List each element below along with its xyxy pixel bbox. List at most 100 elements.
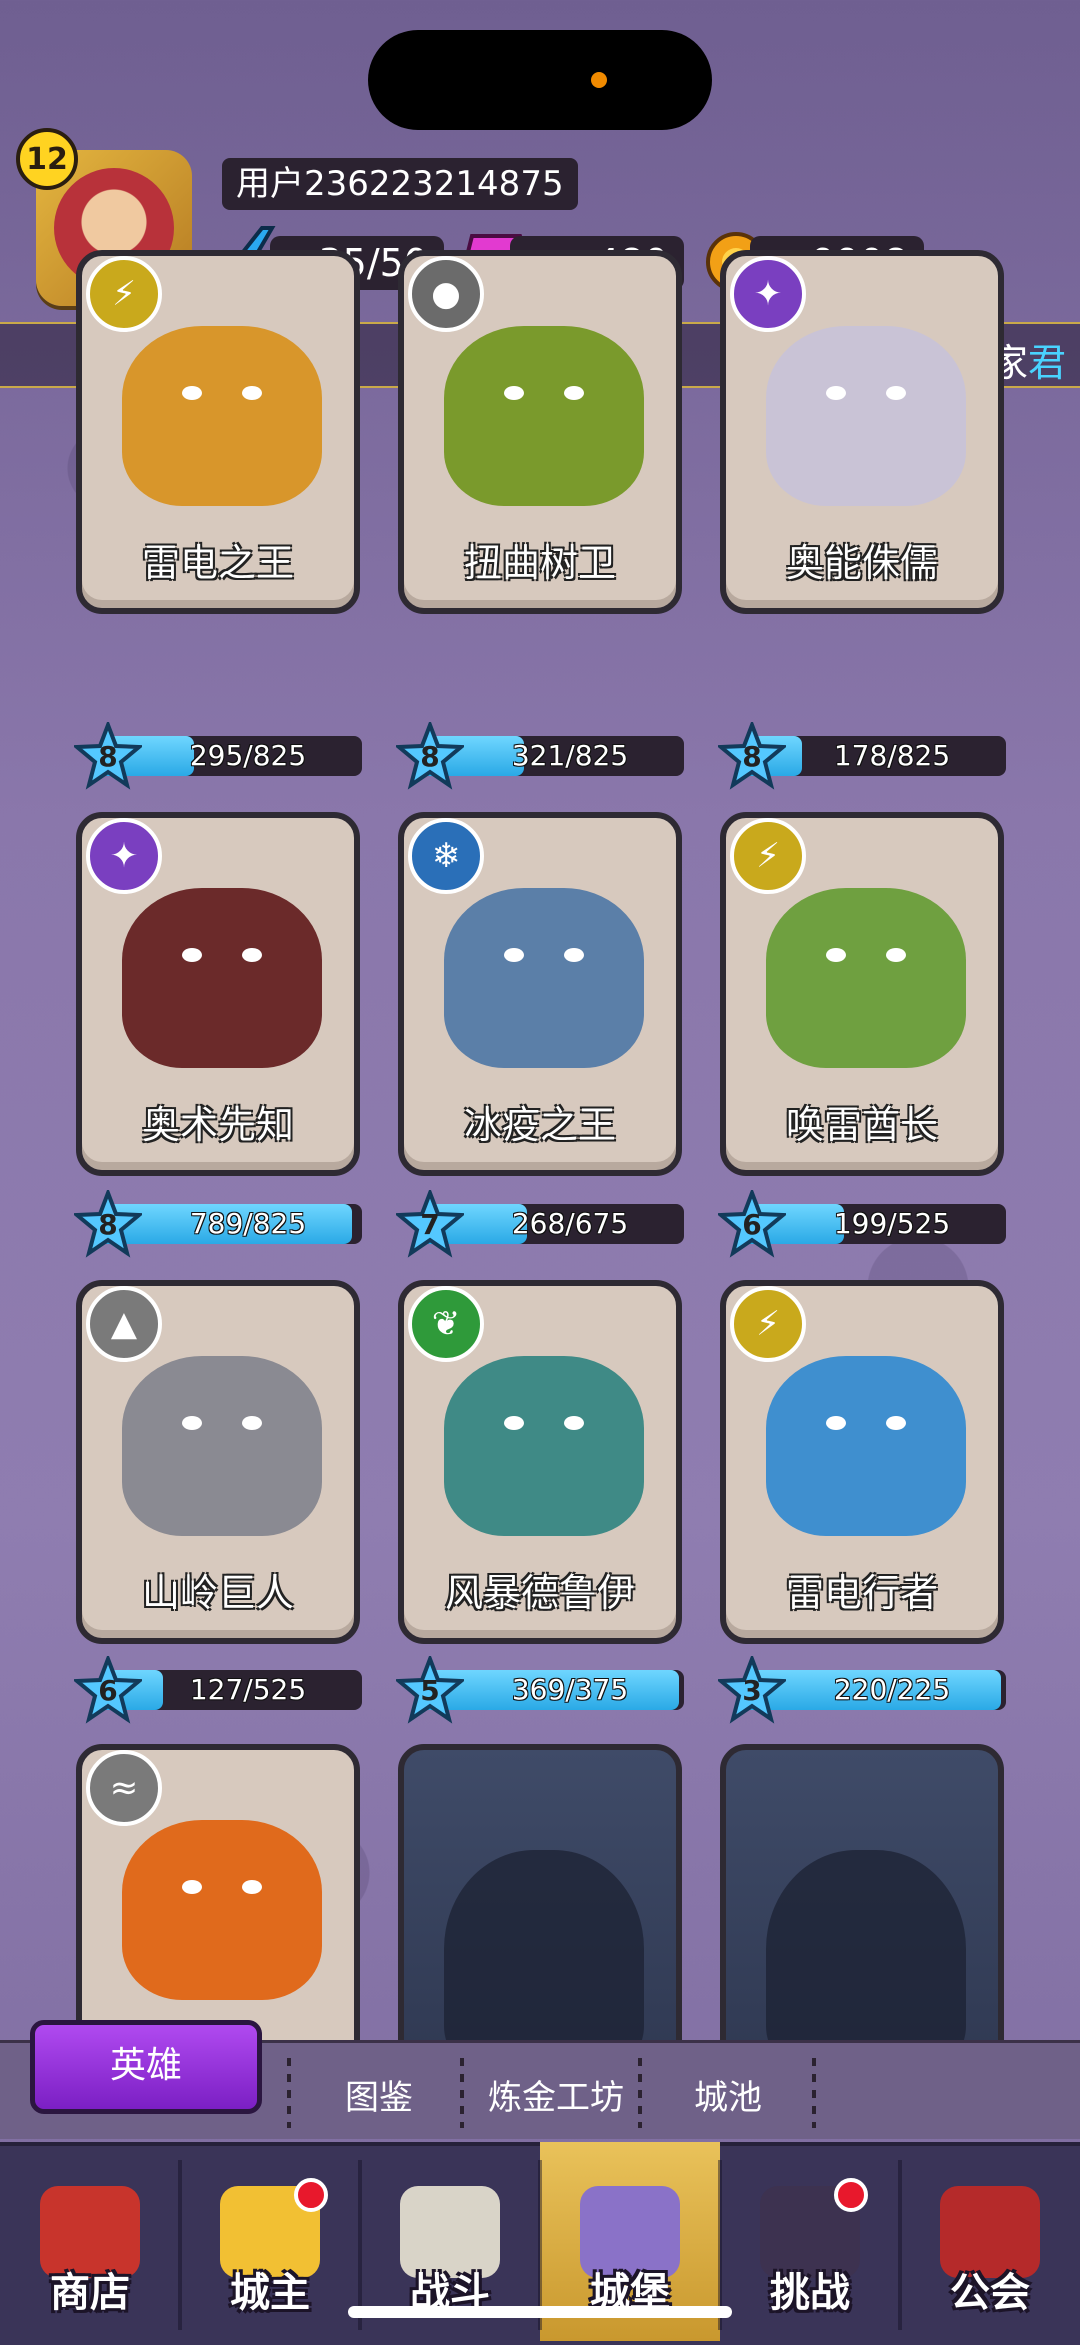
star-level-number: 8 [98, 1208, 118, 1241]
hero-shard-progress: 295/825 8 [71, 719, 362, 790]
tab-divider [638, 2058, 642, 2128]
hero-name: 奥能侏儒 [785, 541, 938, 585]
hero-silhouette [766, 1850, 966, 2070]
nav-label: 公会 [950, 2270, 1030, 2316]
hero-eye [182, 948, 202, 962]
hero-name: 冰疫之王 [463, 1103, 616, 1147]
hero-portrait [122, 1820, 322, 2000]
progress-text: 220/225 [833, 1673, 951, 1706]
hero-eye [242, 1880, 262, 1894]
nav-divider [178, 2160, 182, 2330]
home-indicator[interactable] [348, 2306, 732, 2318]
hero-eye [564, 1416, 584, 1430]
hero-shard-progress: 220/225 3 [715, 1653, 1006, 1724]
hero-card[interactable]: ❄ 冰疫之王 [398, 812, 682, 1176]
hero-shard-progress: 789/825 8 [71, 1187, 362, 1258]
hero-eye [886, 386, 906, 400]
hero-shard-progress: 369/375 5 [393, 1653, 684, 1724]
hero-portrait [122, 326, 322, 506]
hero-eye [826, 948, 846, 962]
hero-eye [826, 1416, 846, 1430]
tab-divider [812, 2058, 816, 2128]
hero-card[interactable]: ⚡ 雷电行者 [720, 1280, 1004, 1644]
star-level-icon: 7 [393, 1187, 467, 1258]
nav-divider [358, 2160, 362, 2330]
hero-eye [564, 386, 584, 400]
progress-text: 268/675 [511, 1207, 629, 1240]
hero-name: 雷电之王 [141, 541, 294, 585]
username-label[interactable]: 用户236223214875 [222, 158, 578, 210]
progress-text: 321/825 [511, 739, 629, 772]
progress-text: 295/825 [189, 739, 307, 772]
star-level-number: 8 [420, 740, 440, 773]
hero-portrait [444, 326, 644, 506]
hero-shard-progress: 268/675 7 [393, 1187, 684, 1258]
camera-dot [591, 72, 607, 88]
hero-shard-progress: 178/825 8 [715, 719, 1006, 790]
hero-portrait [766, 888, 966, 1068]
lightning-element-icon: ⚡ [730, 818, 806, 894]
hero-portrait [122, 1356, 322, 1536]
hero-portrait [766, 326, 966, 506]
hero-card[interactable]: ● 扭曲树卫 [398, 250, 682, 614]
hero-card[interactable]: ▲ 山岭巨人 [76, 1280, 360, 1644]
nav-item-shop[interactable]: 商店 [0, 2142, 180, 2341]
hero-card[interactable]: ⚡ 雷电之王 [76, 250, 360, 614]
progress-text: 127/525 [189, 1673, 307, 1706]
nav-label: 城主 [230, 2270, 310, 2316]
camera-notch [368, 30, 712, 130]
nav-divider [538, 2160, 542, 2330]
lightning-element-icon: ⚡ [86, 256, 162, 332]
star-level-number: 8 [742, 740, 762, 773]
star-level-number: 8 [98, 740, 118, 773]
hero-silhouette [444, 1850, 644, 2070]
hero-eye [826, 386, 846, 400]
player-level-badge: 12 [16, 128, 78, 190]
tab-heroes[interactable]: 英雄 [30, 2020, 262, 2114]
ice-element-icon: ❄ [408, 818, 484, 894]
star-level-icon: 6 [71, 1653, 145, 1724]
hero-name: 扭曲树卫 [463, 541, 616, 585]
hero-eye [242, 386, 262, 400]
nav-item-guild-banner[interactable]: 公会 [900, 2142, 1080, 2341]
nav-divider [898, 2160, 902, 2330]
star-level-icon: 8 [71, 1187, 145, 1258]
nav-item-lord-crown[interactable]: 城主 [180, 2142, 360, 2341]
hero-eye [504, 386, 524, 400]
tab-divider [287, 2058, 291, 2128]
hero-card[interactable]: ✦ 奥能侏儒 [720, 250, 1004, 614]
hero-eye [504, 1416, 524, 1430]
hero-shard-progress: 321/825 8 [393, 719, 684, 790]
notification-dot [834, 2178, 868, 2212]
tab-alchemy[interactable]: 炼金工坊 [488, 2070, 624, 2119]
earth-element-icon: ▲ [86, 1286, 162, 1362]
hero-shard-progress: 127/525 6 [71, 1653, 362, 1724]
hero-portrait [444, 1356, 644, 1536]
hero-eye [886, 948, 906, 962]
hero-portrait [444, 888, 644, 1068]
progress-text: 178/825 [833, 739, 951, 772]
star-level-number: 6 [742, 1208, 762, 1241]
neutral-element-icon: ● [408, 256, 484, 332]
star-level-number: 6 [98, 1674, 118, 1707]
hero-eye [182, 1416, 202, 1430]
star-level-icon: 6 [715, 1187, 789, 1258]
hero-card[interactable]: ❦ 风暴德鲁伊 [398, 1280, 682, 1644]
wind-element-icon: ≈ [86, 1750, 162, 1826]
nav-label: 商店 [50, 2270, 130, 2316]
nav-divider [718, 2160, 722, 2330]
hero-card[interactable]: ✦ 奥术先知 [76, 812, 360, 1176]
hero-name: 山岭巨人 [141, 1571, 294, 1615]
hero-name: 奥术先知 [141, 1103, 294, 1147]
progress-text: 369/375 [511, 1673, 629, 1706]
hero-name: 唤雷酋长 [785, 1103, 938, 1147]
tab-city[interactable]: 城池 [694, 2070, 762, 2119]
nav-label: 挑战 [770, 2270, 850, 2316]
hero-eye [242, 1416, 262, 1430]
hero-name: 雷电行者 [785, 1571, 938, 1615]
hero-card[interactable]: ⚡ 唤雷酋长 [720, 812, 1004, 1176]
tab-codex[interactable]: 图鉴 [345, 2070, 413, 2119]
star-level-icon: 8 [715, 719, 789, 790]
nav-item-challenge[interactable]: 挑战 [720, 2142, 900, 2341]
star-level-icon: 8 [393, 719, 467, 790]
